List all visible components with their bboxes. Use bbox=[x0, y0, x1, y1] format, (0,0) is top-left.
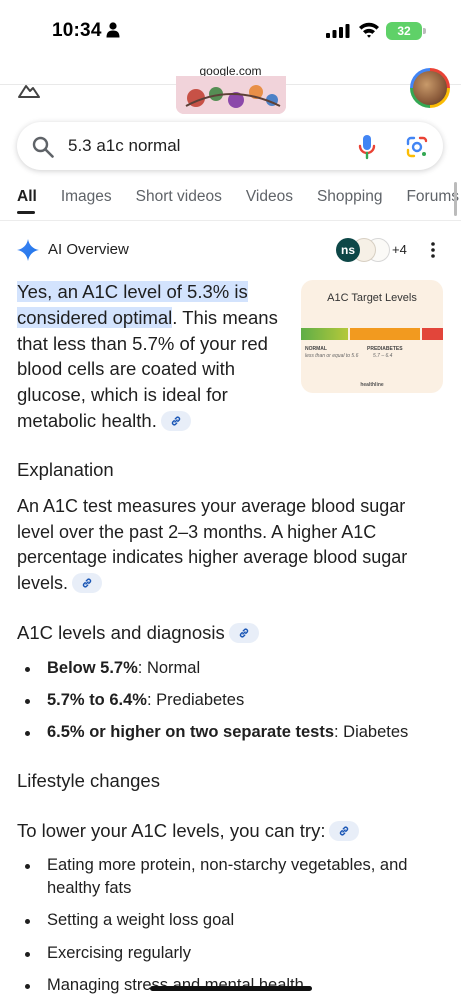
thumbnail-label-normal: NORMAL bbox=[305, 346, 327, 352]
battery-level: 32 bbox=[397, 24, 411, 38]
diagnosis-heading-text: A1C levels and diagnosis bbox=[17, 622, 225, 643]
link-citation[interactable] bbox=[329, 821, 360, 841]
tab-forums[interactable]: Forums bbox=[406, 188, 459, 206]
thumbnail-sub-prediabetes: 5.7 – 6.4 bbox=[373, 353, 393, 359]
wifi-icon bbox=[359, 22, 379, 38]
normal-segment bbox=[301, 328, 348, 340]
home-indicator[interactable] bbox=[150, 986, 312, 991]
thumbnail-sub-normal: less than or equal to 5.6 bbox=[305, 353, 359, 359]
tabs-divider bbox=[0, 220, 461, 221]
tab-shopping[interactable]: Shopping bbox=[317, 188, 383, 206]
avatar[interactable] bbox=[410, 68, 450, 108]
search-icon[interactable] bbox=[32, 136, 54, 158]
lifestyle-subheading: To lower your A1C levels, you can try: bbox=[17, 820, 360, 842]
search-tabs: All Images Short videos Videos Shopping … bbox=[17, 188, 461, 206]
search-input[interactable] bbox=[68, 136, 338, 156]
thumbnail-level-bar bbox=[301, 328, 443, 340]
labs-icon[interactable] bbox=[18, 82, 40, 98]
link-citation[interactable] bbox=[72, 572, 103, 593]
list-item: 5.7% to 6.4%: Prediabetes bbox=[17, 689, 447, 711]
tab-images[interactable]: Images bbox=[61, 188, 112, 206]
lifestyle-heading: Lifestyle changes bbox=[17, 770, 160, 791]
avatar-photo bbox=[413, 71, 447, 105]
link-icon bbox=[340, 826, 349, 836]
list-item-text: : Normal bbox=[137, 659, 201, 677]
list-item: Setting a weight loss goal bbox=[17, 909, 447, 932]
source-avatars[interactable]: ns bbox=[336, 238, 392, 262]
link-icon bbox=[171, 416, 181, 426]
list-item-bold: 6.5% or higher on two separate tests bbox=[47, 723, 334, 741]
tab-videos[interactable]: Videos bbox=[246, 188, 293, 206]
status-time: 10:34 bbox=[52, 20, 102, 41]
link-citation[interactable] bbox=[228, 623, 259, 643]
thumbnail-title: A1C Target Levels bbox=[327, 292, 417, 304]
ai-overview-title: AI Overview bbox=[48, 241, 129, 258]
diabetes-segment bbox=[419, 328, 443, 340]
list-item-bold: 5.7% to 6.4% bbox=[47, 691, 147, 709]
more-vert-icon[interactable] bbox=[428, 240, 438, 260]
explanation-heading: Explanation bbox=[17, 459, 114, 480]
prediabetes-segment bbox=[347, 328, 420, 340]
lifestyle-list: Eating more protein, non-starchy vegetab… bbox=[17, 854, 447, 1007]
ai-answer: Yes, an A1C level of 5.3% is considered … bbox=[17, 279, 291, 434]
link-citation[interactable] bbox=[160, 410, 191, 431]
tab-short-videos[interactable]: Short videos bbox=[136, 188, 222, 206]
tabs-scrollbar[interactable] bbox=[454, 182, 457, 216]
list-item-text: : Diabetes bbox=[334, 723, 409, 741]
person-icon bbox=[106, 22, 120, 38]
list-item-text: : Prediabetes bbox=[146, 691, 245, 709]
a1c-target-levels-thumbnail[interactable]: A1C Target Levels NORMAL less than or eq… bbox=[301, 280, 443, 393]
diagnosis-heading: A1C levels and diagnosis bbox=[17, 622, 259, 644]
active-tab-indicator bbox=[17, 211, 35, 214]
thumbnail-brand: healthline bbox=[360, 382, 384, 388]
list-item: Eating more protein, non-starchy vegetab… bbox=[17, 854, 447, 899]
list-item: 6.5% or higher on two separate tests: Di… bbox=[17, 721, 447, 743]
tab-all[interactable]: All bbox=[17, 188, 37, 206]
mic-icon[interactable] bbox=[358, 134, 376, 160]
list-item-bold: Below 5.7% bbox=[47, 659, 138, 677]
google-doodle[interactable] bbox=[176, 76, 286, 114]
diagnosis-list: Below 5.7%: Normal 5.7% to 6.4%: Prediab… bbox=[17, 657, 447, 753]
explanation-text: An A1C test measures your average blood … bbox=[17, 494, 447, 596]
battery-icon: 32 bbox=[386, 22, 426, 40]
lens-icon[interactable] bbox=[405, 135, 429, 159]
more-sources-count[interactable]: +4 bbox=[392, 242, 407, 257]
link-icon bbox=[239, 628, 248, 638]
source-avatar-ns[interactable]: ns bbox=[336, 238, 360, 262]
list-item: Exercising regularly bbox=[17, 942, 447, 965]
list-item: Below 5.7%: Normal bbox=[17, 657, 447, 679]
thumbnail-label-prediabetes: PREDIABETES bbox=[367, 346, 403, 352]
lifestyle-subheading-text: To lower your A1C levels, you can try: bbox=[17, 820, 326, 841]
sparkle-icon bbox=[17, 239, 39, 261]
signal-icon bbox=[326, 24, 350, 38]
link-icon bbox=[82, 578, 92, 587]
